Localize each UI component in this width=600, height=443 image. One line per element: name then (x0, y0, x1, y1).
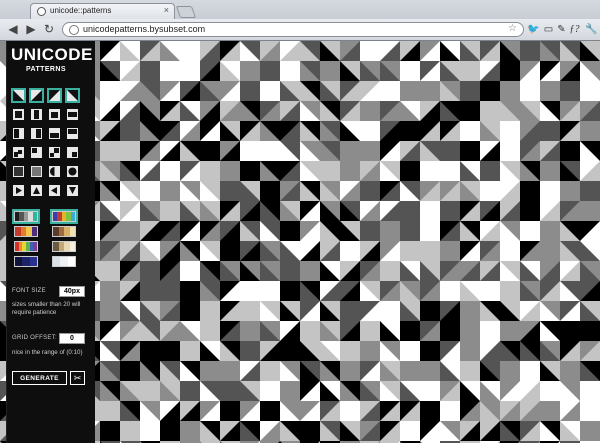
back-icon[interactable]: ◀ (6, 22, 20, 36)
block-upper-icon[interactable] (67, 128, 78, 139)
medium-shade-icon[interactable] (31, 166, 42, 177)
feed-icon[interactable]: ▭ (542, 23, 555, 36)
block-left-icon[interactable] (13, 128, 24, 139)
block-tall-icon[interactable] (31, 109, 42, 120)
control-panel: UNICODE PATTERNS FONT SIZE 40px sizes sm… (6, 41, 95, 443)
twitter-icon[interactable]: 🐦 (527, 23, 540, 36)
quadrant-lower-right-icon[interactable] (67, 147, 78, 158)
dark-shade-icon[interactable] (13, 166, 24, 177)
grid-offset-note: nice in the range of (0:10) (12, 349, 83, 356)
sand-palette[interactable] (52, 241, 76, 252)
font-size-input[interactable]: 40px (59, 286, 85, 297)
block-right-icon[interactable] (31, 128, 42, 139)
play-left-icon[interactable] (49, 185, 60, 196)
sunset-palette[interactable] (14, 226, 38, 237)
block-full-icon[interactable] (13, 109, 24, 120)
globe-icon (37, 7, 46, 16)
quadrant-lower-left-icon[interactable] (13, 147, 24, 158)
grid-offset-label: GRID OFFSET: (12, 335, 57, 341)
new-tab-button[interactable] (175, 6, 197, 18)
function-icon[interactable]: ƒ? (568, 23, 581, 36)
play-right-icon[interactable] (13, 185, 24, 196)
wrench-icon[interactable]: 🔧 (585, 23, 598, 36)
spectrum-palette[interactable] (14, 241, 38, 252)
block-wide-icon[interactable] (67, 109, 78, 120)
quadrant-upper-left-icon[interactable] (31, 147, 42, 158)
navy-palette[interactable] (14, 256, 38, 267)
font-size-note: sizes smaller than 20 will require patie… (12, 301, 81, 316)
logo-subtitle: PATTERNS (26, 66, 66, 73)
logo-title: UNICODE (11, 45, 93, 64)
circle-icon[interactable] (67, 166, 78, 177)
generate-button[interactable]: GENERATE (12, 371, 67, 385)
triangle-upper-left-icon[interactable] (47, 88, 62, 103)
forward-icon[interactable]: ▶ (24, 22, 38, 36)
ice-palette[interactable] (52, 256, 76, 267)
triangle-upper-right-icon[interactable] (65, 88, 80, 103)
page-content: UNICODE PATTERNS FONT SIZE 40px sizes sm… (0, 41, 600, 443)
earth-palette[interactable] (52, 226, 76, 237)
grayscale-teal-palette[interactable] (12, 209, 40, 224)
globe-icon (69, 25, 79, 35)
star-icon[interactable]: ☆ (508, 23, 517, 34)
url-text[interactable]: unicodepatterns.bysubset.com (83, 24, 205, 34)
triangle-lower-left-icon[interactable] (11, 88, 26, 103)
triangle-lower-right-icon[interactable] (29, 88, 44, 103)
scissors-icon[interactable]: ✂ (70, 371, 85, 385)
play-down-icon[interactable] (67, 185, 78, 196)
tab-unicode-patterns[interactable]: unicode::patterns × (30, 3, 175, 19)
play-up-icon[interactable] (31, 185, 42, 196)
block-medium-icon[interactable] (49, 109, 60, 120)
browser-toolbar: ◀ ▶ ↻ unicodepatterns.bysubset.com ☆ 🐦 ▭… (0, 19, 600, 41)
browser-chrome: unicode::patterns × ◀ ▶ ↻ unicodepattern… (0, 0, 600, 41)
reload-icon[interactable]: ↻ (42, 22, 56, 36)
address-bar[interactable]: unicodepatterns.bysubset.com ☆ (62, 22, 524, 37)
pen-icon[interactable]: ✎ (555, 23, 568, 36)
quadrant-right-icon[interactable] (49, 147, 60, 158)
block-lower-icon[interactable] (49, 128, 60, 139)
tab-strip: unicode::patterns × (0, 0, 600, 19)
tab-title: unicode::patterns (50, 6, 112, 15)
rainbow-palette[interactable] (50, 209, 78, 224)
half-circle-icon[interactable] (49, 166, 60, 177)
font-size-label: FONT SIZE (12, 288, 46, 294)
close-icon[interactable]: × (164, 5, 169, 15)
grid-offset-input[interactable]: 0 (59, 333, 85, 344)
